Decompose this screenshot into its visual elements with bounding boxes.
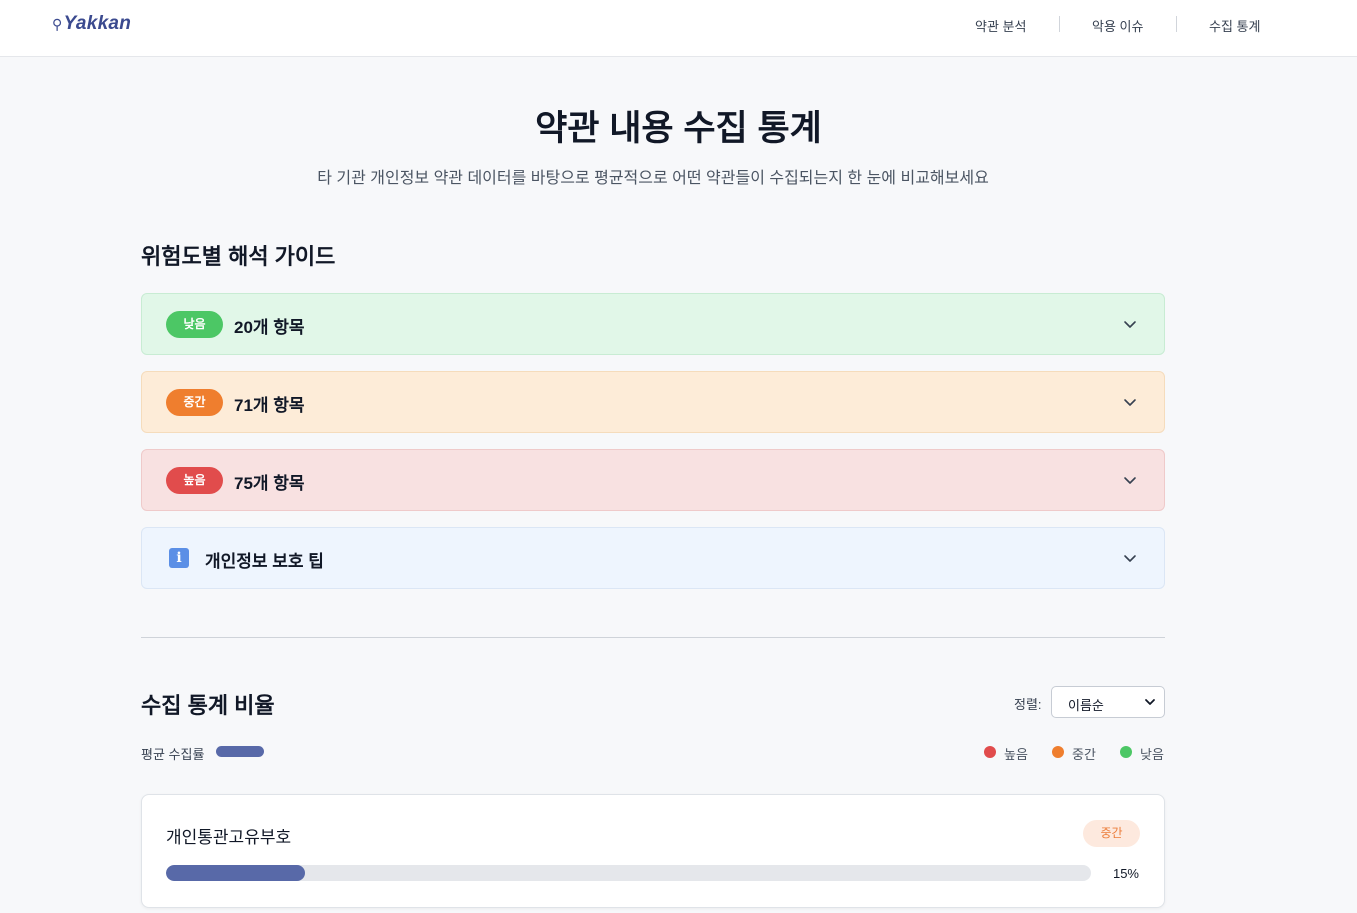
nav-terms-analysis[interactable]: 약관 분석 <box>975 16 1026 35</box>
accordion-label: 20개 항목 <box>234 318 305 337</box>
accordion-low-risk[interactable]: 낮음 20개 항목 <box>141 293 1165 355</box>
legend-low-dot <box>1120 746 1132 758</box>
average-rate-label: 평균 수집률 <box>141 747 205 762</box>
accordion-label: 개인정보 보호 팁 <box>205 552 324 571</box>
chevron-down-icon <box>1124 477 1136 484</box>
page-title: 약관 내용 수집 통계 <box>535 109 822 148</box>
risk-level-badge: 중간 <box>1083 820 1140 847</box>
high-risk-badge: 높음 <box>166 467 223 494</box>
average-rate-swatch <box>216 746 264 757</box>
guide-section-title: 위험도별 해석 가이드 <box>141 244 336 269</box>
legend-medium-dot <box>1052 746 1064 758</box>
accordion-label: 71개 항목 <box>234 396 305 415</box>
stat-card: 개인통관고유부호 중간 15% <box>141 794 1165 908</box>
nav-collection-stats[interactable]: 수집 통계 <box>1209 16 1260 35</box>
sort-label: 정렬: <box>1014 697 1042 712</box>
accordion-privacy-tip[interactable]: i 개인정보 보호 팁 <box>141 527 1165 589</box>
low-risk-badge: 낮음 <box>166 311 223 338</box>
legend-high-label: 높음 <box>1004 747 1028 762</box>
collection-rate-fill <box>166 865 305 881</box>
stat-card-title: 개인통관고유부호 <box>166 828 292 847</box>
chevron-down-icon <box>1124 555 1136 562</box>
legend-medium-label: 중간 <box>1072 747 1096 762</box>
chevron-down-icon <box>1124 321 1136 328</box>
section-divider <box>141 637 1165 638</box>
accordion-label: 75개 항목 <box>234 474 305 493</box>
accordion-high-risk[interactable]: 높음 75개 항목 <box>141 449 1165 511</box>
chevron-down-icon <box>1145 699 1155 705</box>
chevron-down-icon <box>1124 399 1136 406</box>
legend-high-dot <box>984 746 996 758</box>
key-icon: ⚲ <box>52 16 63 32</box>
nav-divider <box>1059 16 1060 32</box>
nav-divider <box>1176 16 1177 32</box>
nav-abuse-issues[interactable]: 악용 이슈 <box>1092 16 1143 35</box>
accordion-medium-risk[interactable]: 중간 71개 항목 <box>141 371 1165 433</box>
logo[interactable]: ⚲Yakkan <box>52 13 131 35</box>
legend-low-label: 낮음 <box>1140 747 1164 762</box>
sort-selected-value: 이름순 <box>1068 698 1104 713</box>
logo-text: Yakkan <box>63 13 132 34</box>
top-navigation-bar: ⚲Yakkan 약관 분석 악용 이슈 수집 통계 <box>0 0 1357 57</box>
sort-select[interactable]: 이름순 <box>1051 686 1165 718</box>
collection-rate-percent: 15% <box>1112 866 1139 881</box>
page-subtitle: 타 기관 개인정보 약관 데이터를 바탕으로 평균적으로 어떤 약관들이 수집되… <box>317 170 989 187</box>
medium-risk-badge: 중간 <box>166 389 223 416</box>
stats-section-title: 수집 통계 비율 <box>141 693 275 718</box>
info-icon: i <box>169 548 189 568</box>
collection-rate-bar <box>166 865 1091 881</box>
